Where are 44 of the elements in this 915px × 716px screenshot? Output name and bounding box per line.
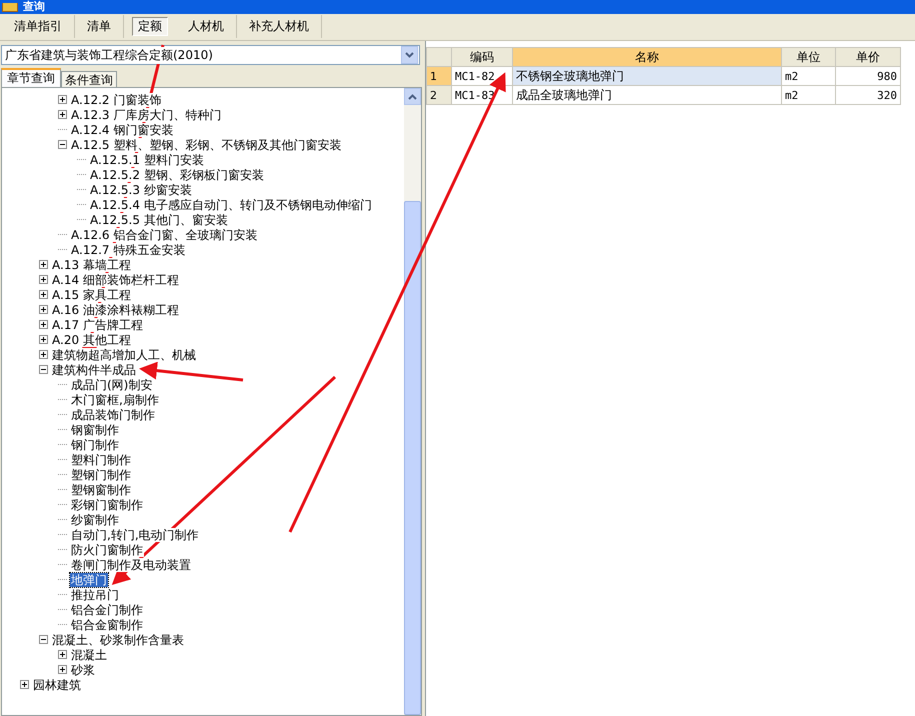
- toolbar-tab[interactable]: 清单指引: [2, 15, 75, 38]
- table-cell: 320: [836, 86, 900, 104]
- tree-item[interactable]: 防火门窗制作: [70, 542, 144, 556]
- window-title: 查询: [23, 0, 45, 14]
- tree-item[interactable]: 铝合金门制作: [70, 602, 144, 616]
- tree-item[interactable]: 推拉吊门: [70, 588, 120, 602]
- table-cell: 成品全玻璃地弹门: [512, 86, 782, 104]
- tree-item[interactable]: 塑料门制作: [70, 452, 132, 466]
- tree-item[interactable]: 砂浆: [70, 662, 96, 676]
- tree-item[interactable]: 钢窗制作: [70, 422, 120, 436]
- tree-item[interactable]: 自动门,转门,电动门制作: [70, 528, 200, 542]
- search-tab[interactable]: 章节查询: [1, 68, 61, 87]
- tree-item[interactable]: 卷闸门制作及电动装置: [70, 558, 192, 572]
- tree-item[interactable]: A.12.5.4 电子感应自动门、转门及不锈钢电动伸缩门: [89, 198, 373, 212]
- tree-item[interactable]: 纱窗制作: [70, 512, 120, 526]
- tree-item[interactable]: 塑钢窗制作: [70, 482, 132, 496]
- column-header[interactable]: 单位: [782, 48, 836, 66]
- tree-item[interactable]: 铝合金窗制作: [70, 618, 144, 632]
- table-cell: m2: [782, 86, 836, 104]
- row-number[interactable]: 1: [426, 66, 452, 86]
- tree-item[interactable]: 成品门(网)制安: [70, 378, 154, 392]
- column-header[interactable]: 编码: [452, 48, 512, 66]
- table-cell: m2: [782, 66, 836, 86]
- column-header[interactable]: 单价: [836, 48, 900, 66]
- tree-item[interactable]: 园林建筑: [32, 678, 82, 692]
- column-header[interactable]: 名称: [512, 48, 782, 66]
- tree-item[interactable]: 建筑构件半成品: [51, 362, 137, 376]
- tree-item[interactable]: 塑钢门制作: [70, 468, 132, 482]
- table-cell: 980: [836, 66, 900, 86]
- toolbar-tab[interactable]: 补充人材机: [237, 15, 322, 38]
- tree-item[interactable]: 混凝土: [70, 648, 108, 662]
- tree-item[interactable]: 钢门制作: [70, 438, 120, 452]
- tree-item[interactable]: 彩钢门窗制作: [70, 498, 144, 512]
- quota-dropdown[interactable]: 广东省建筑与装饰工程综合定额(2010): [1, 45, 420, 65]
- tree-item[interactable]: 成品装饰门制作: [70, 408, 156, 422]
- toolbar-tab[interactable]: 清单: [75, 15, 124, 38]
- toolbar-tab[interactable]: 定额: [132, 17, 168, 36]
- toolbar-tab[interactable]: 人材机: [176, 15, 237, 38]
- tree-item[interactable]: 混凝土、砂浆制作含量表: [51, 632, 185, 646]
- tree-item[interactable]: 地弹门: [70, 572, 108, 586]
- table-cell: MC1-83: [452, 86, 512, 104]
- row-number[interactable]: 2: [426, 86, 452, 104]
- table-cell: 不锈钢全玻璃地弹门: [512, 66, 782, 86]
- tree-item[interactable]: 木门窗框,扇制作: [70, 392, 160, 406]
